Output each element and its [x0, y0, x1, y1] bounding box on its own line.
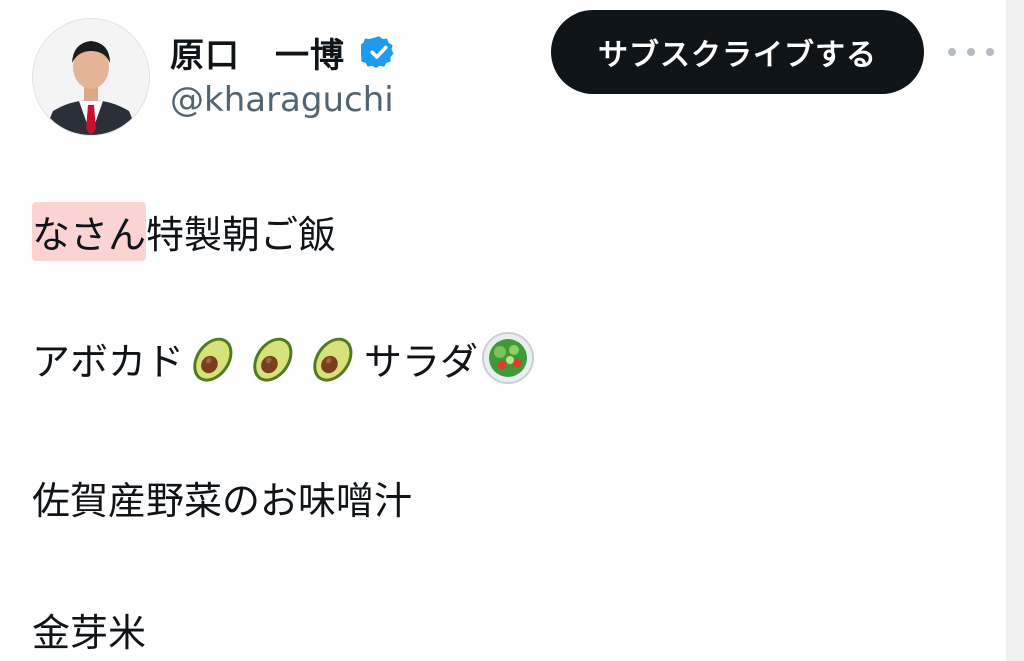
tweet-line-2: アボカド サラダ	[32, 330, 538, 386]
tweet-text: サラダ	[364, 339, 479, 384]
more-dot	[948, 48, 956, 56]
tweet-line-3: 佐賀産野菜のお味噌汁	[32, 479, 413, 523]
user-handle[interactable]: @kharaguchi	[170, 80, 394, 120]
scrollbar-track[interactable]	[1006, 0, 1024, 661]
avatar-portrait-icon	[33, 19, 149, 135]
tweet-line-1: なさん 特製朝ご飯	[32, 202, 336, 261]
more-dot	[986, 48, 994, 56]
more-options-icon[interactable]	[948, 38, 994, 66]
tweet-text: アボカド	[32, 339, 185, 384]
avatar[interactable]	[32, 18, 150, 136]
avocado-icon	[246, 330, 302, 386]
subscribe-button[interactable]: サブスクライブする	[551, 10, 924, 94]
display-name[interactable]: 原口 一博	[170, 28, 345, 77]
tweet-line-4: 金芽米	[32, 611, 147, 655]
green-salad-icon	[480, 330, 536, 386]
tweet-text: 特製朝ご飯	[146, 213, 337, 257]
name-row: 原口 一博	[170, 28, 397, 76]
verified-badge-icon[interactable]	[361, 34, 397, 70]
highlighted-text: なさん	[32, 202, 147, 261]
avocado-icon	[306, 330, 362, 386]
more-dot	[967, 48, 975, 56]
avocado-icon	[186, 330, 242, 386]
